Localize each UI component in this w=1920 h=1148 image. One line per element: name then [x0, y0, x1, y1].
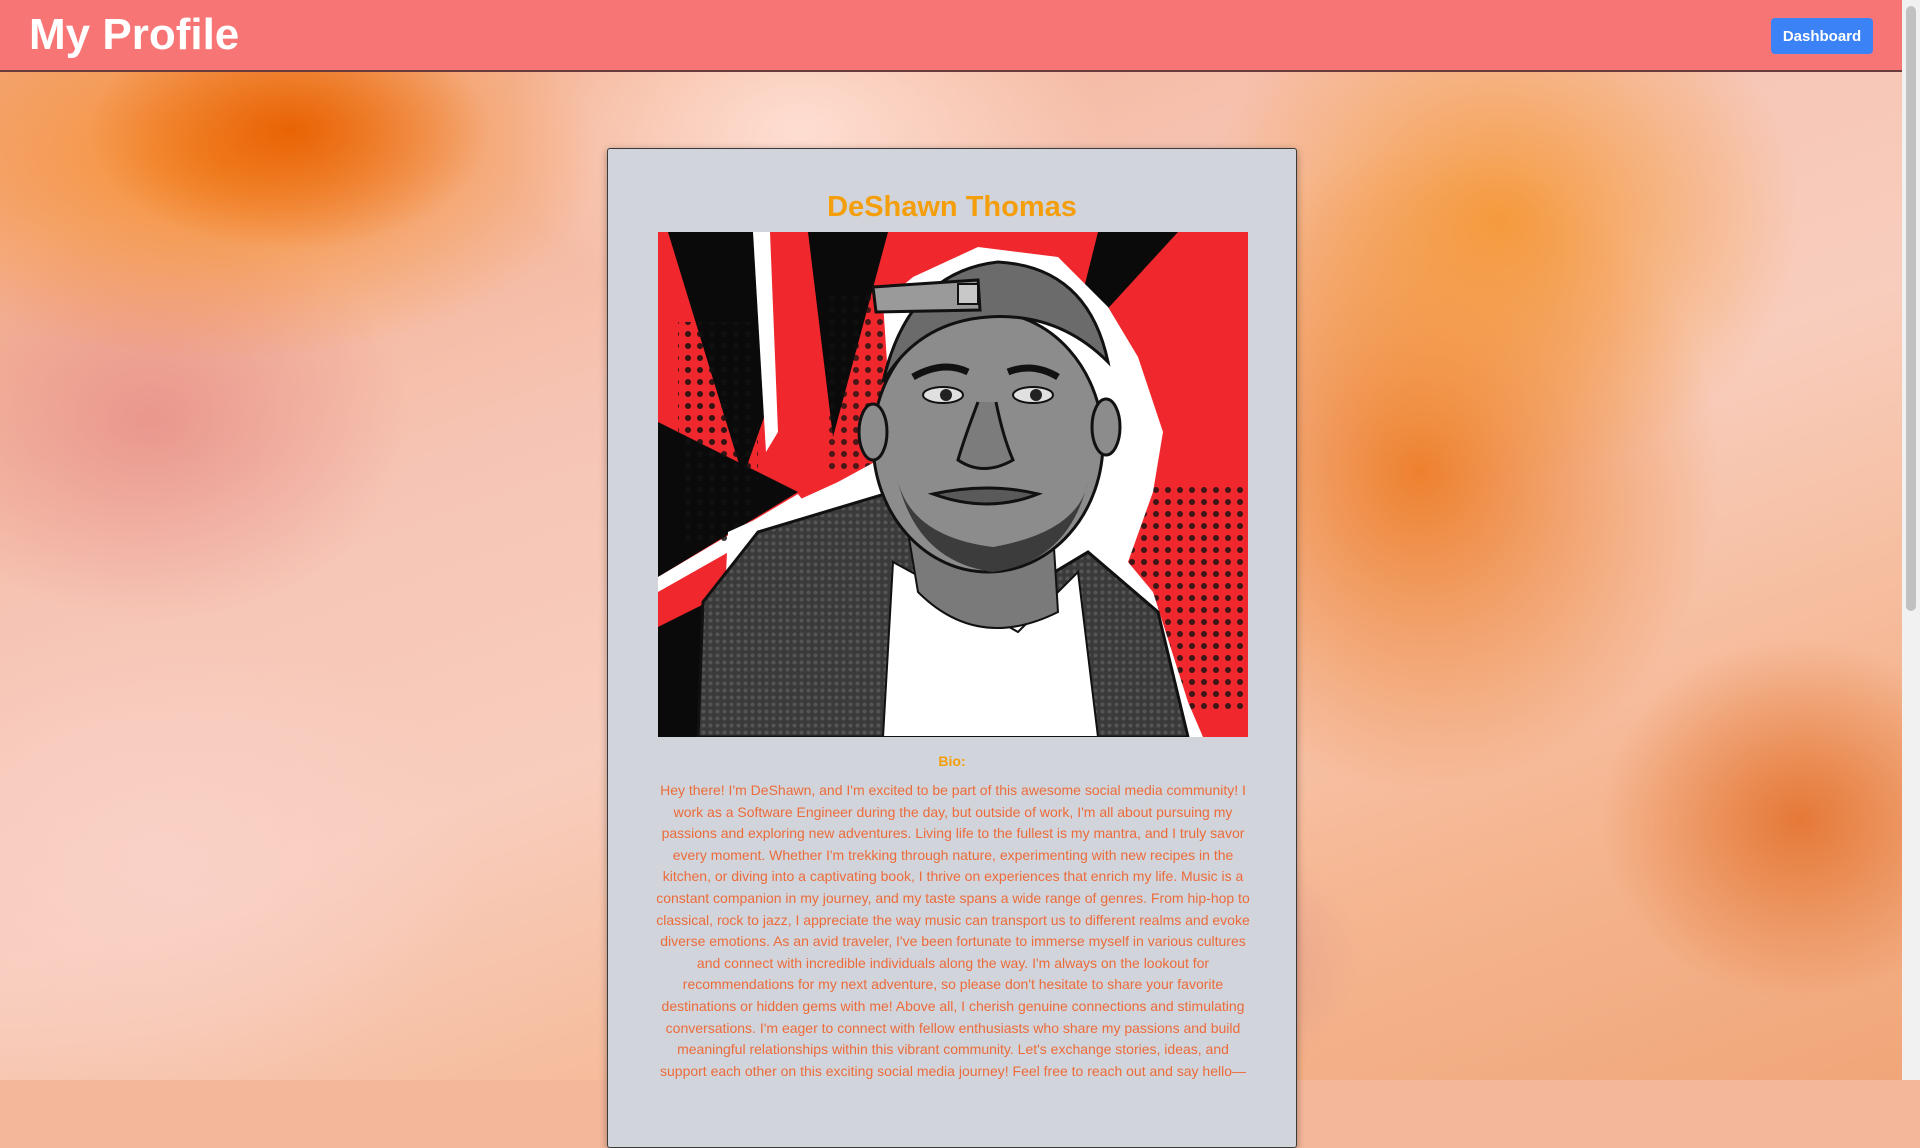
top-header: My Profile Dashboard — [0, 0, 1902, 72]
profile-avatar — [658, 232, 1248, 737]
page-title: My Profile — [29, 10, 240, 59]
scrollbar-thumb[interactable] — [1906, 6, 1916, 611]
vertical-scrollbar[interactable] — [1902, 0, 1920, 1080]
dashboard-button[interactable]: Dashboard — [1771, 18, 1873, 54]
bio-label: Bio: — [938, 753, 966, 769]
profile-card: DeShawn Thomas Bio: Hey there! I'm DeSha… — [607, 148, 1297, 1148]
profile-name: DeShawn Thomas — [827, 191, 1077, 223]
bio-text: Hey there! I'm DeShawn, and I'm excited … — [656, 782, 1250, 1079]
